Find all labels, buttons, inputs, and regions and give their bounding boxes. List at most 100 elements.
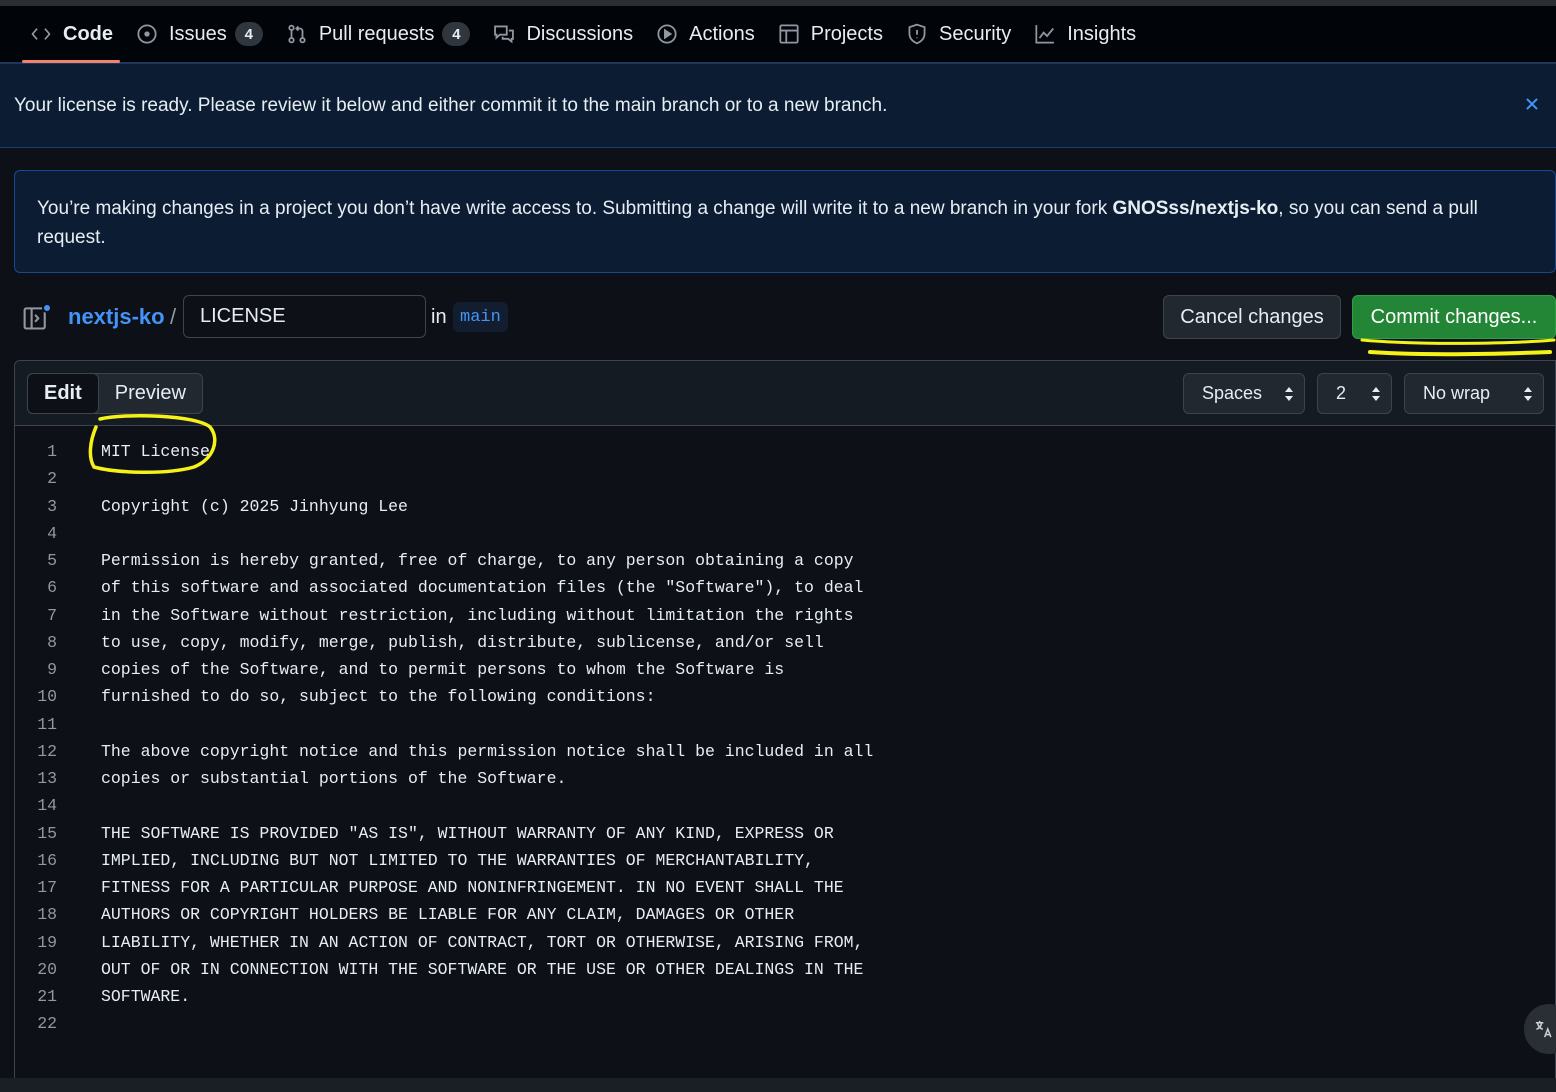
close-icon[interactable] xyxy=(1520,92,1544,116)
tab-insights[interactable]: Insights xyxy=(1022,6,1147,63)
in-label: in xyxy=(431,306,447,328)
play-icon xyxy=(655,22,679,46)
line-number: 4 xyxy=(47,523,57,543)
sidebar-expand-icon xyxy=(22,307,50,336)
tab-security[interactable]: Security xyxy=(894,6,1022,63)
line-content: The above copyright notice and this perm… xyxy=(101,741,874,761)
line-number: 11 xyxy=(37,714,57,734)
file-tree-toggle[interactable] xyxy=(22,303,52,332)
select-caret-icon xyxy=(1285,387,1293,401)
tab-pull-requests[interactable]: Pull requests 4 xyxy=(274,6,482,63)
line-number: 6 xyxy=(47,578,57,598)
line-content: AUTHORS OR COPYRIGHT HOLDERS BE LIABLE F… xyxy=(101,905,795,925)
tab-projects[interactable]: Projects xyxy=(766,6,894,63)
line-number: 9 xyxy=(47,660,57,680)
code-content[interactable]: 1 MIT License 2 3 Copyright (c) 2025 Jinhyun… xyxy=(15,426,1555,1038)
line-content: copies of the Software, and to permit pe… xyxy=(101,660,785,680)
line-number: 1 xyxy=(47,442,57,462)
tab-projects-label: Projects xyxy=(810,22,883,45)
tab-pull-requests-label: Pull requests xyxy=(318,22,435,45)
tab-issues[interactable]: Issues 4 xyxy=(124,6,274,63)
line-content: MIT License xyxy=(101,442,210,462)
notification-dot xyxy=(42,303,52,313)
commit-changes-button[interactable]: Commit changes... xyxy=(1352,295,1556,339)
code-line[interactable]: 14 xyxy=(15,792,1555,819)
code-line[interactable]: 8 to use, copy, modify, merge, publish, d… xyxy=(15,629,1555,656)
code-editor: Edit Preview Spaces 2 No wrap 1 MIT Licen… xyxy=(14,360,1556,1080)
line-number: 3 xyxy=(47,496,57,516)
code-line[interactable]: 22 xyxy=(15,1010,1555,1037)
line-number: 10 xyxy=(37,687,57,707)
code-line[interactable]: 4 xyxy=(15,520,1555,547)
code-line[interactable]: 17 FITNESS FOR A PARTICULAR PURPOSE AND N… xyxy=(15,874,1555,901)
graph-icon xyxy=(1033,22,1057,46)
wrap-mode-select[interactable]: No wrap xyxy=(1404,373,1544,414)
git-pull-request-icon xyxy=(285,22,309,46)
code-line[interactable]: 3 Copyright (c) 2025 Jinhyung Lee xyxy=(15,493,1555,520)
filename-input[interactable] xyxy=(183,295,426,338)
shield-icon xyxy=(905,22,929,46)
code-line[interactable]: 12 The above copyright notice and this pe… xyxy=(15,738,1555,765)
tab-preview[interactable]: Preview xyxy=(99,374,202,413)
code-line[interactable]: 9 copies of the Software, and to permit p… xyxy=(15,656,1555,683)
tab-discussions[interactable]: Discussions xyxy=(481,6,644,63)
line-content: furnished to do so, subject to the follo… xyxy=(101,687,656,707)
line-content: LIABILITY, WHETHER IN AN ACTION OF CONTR… xyxy=(101,932,864,952)
line-content: IMPLIED, INCLUDING BUT NOT LIMITED TO TH… xyxy=(101,850,814,870)
flash-message: Your license is ready. Please review it … xyxy=(14,94,888,116)
code-line[interactable]: 15 THE SOFTWARE IS PROVIDED "AS IS", WITH… xyxy=(15,820,1555,847)
line-number: 16 xyxy=(37,850,57,870)
fork-notice-text-before: You’re making changes in a project you d… xyxy=(37,198,1113,219)
line-number: 14 xyxy=(37,796,57,816)
indent-size-value: 2 xyxy=(1336,383,1347,403)
tab-actions[interactable]: Actions xyxy=(644,6,766,63)
line-content: Permission is hereby granted, free of ch… xyxy=(101,551,854,571)
indent-size-select[interactable]: 2 xyxy=(1317,373,1392,414)
code-line[interactable]: 20 OUT OF OR IN CONNECTION WITH THE SOFTW… xyxy=(15,956,1555,983)
repo-nav: Code Issues 4 Pull requests 4 Discussion… xyxy=(0,6,1556,63)
line-content: FITNESS FOR A PARTICULAR PURPOSE AND NON… xyxy=(101,878,844,898)
indent-mode-select[interactable]: Spaces xyxy=(1183,373,1305,414)
code-line[interactable]: 10 furnished to do so, subject to the fol… xyxy=(15,683,1555,710)
tab-insights-label: Insights xyxy=(1067,22,1137,45)
editor-toolbar: Edit Preview Spaces 2 No wrap xyxy=(15,361,1555,426)
code-line[interactable]: 11 xyxy=(15,711,1555,738)
comment-discussion-icon xyxy=(492,22,516,46)
code-line[interactable]: 16 IMPLIED, INCLUDING BUT NOT LIMITED TO … xyxy=(15,847,1555,874)
line-number: 20 xyxy=(37,959,57,979)
code-line[interactable]: 1 MIT License xyxy=(15,438,1555,465)
select-caret-icon xyxy=(1372,387,1380,401)
tab-security-label: Security xyxy=(938,22,1012,45)
tab-edit[interactable]: Edit xyxy=(27,373,99,414)
line-number: 15 xyxy=(37,823,57,843)
line-content: of this software and associated document… xyxy=(101,578,864,598)
tab-actions-label: Actions xyxy=(689,22,755,45)
edit-preview-toggle: Edit Preview xyxy=(27,373,203,414)
code-line[interactable]: 2 xyxy=(15,465,1555,492)
code-line[interactable]: 13 copies or substantial portions of the … xyxy=(15,765,1555,792)
code-icon xyxy=(29,22,53,46)
tab-issues-label: Issues xyxy=(169,22,227,45)
window-bottom-strip xyxy=(0,1078,1556,1092)
code-line[interactable]: 7 in the Software without restriction, in… xyxy=(15,602,1555,629)
file-path-header: nextjs-ko / in main Cancel changes Commi… xyxy=(0,290,1556,345)
code-line[interactable]: 6 of this software and associated documen… xyxy=(15,574,1555,601)
code-line[interactable]: 19 LIABILITY, WHETHER IN AN ACTION OF CON… xyxy=(15,929,1555,956)
select-caret-icon xyxy=(1524,387,1532,401)
line-number: 17 xyxy=(37,878,57,898)
line-number: 12 xyxy=(37,741,57,761)
line-content: copies or substantial portions of the So… xyxy=(101,769,567,789)
line-content: THE SOFTWARE IS PROVIDED "AS IS", WITHOU… xyxy=(101,823,834,843)
cancel-changes-button[interactable]: Cancel changes xyxy=(1163,295,1341,339)
license-ready-flash: Your license is ready. Please review it … xyxy=(0,63,1556,148)
wrap-mode-value: No wrap xyxy=(1423,383,1491,403)
tab-code[interactable]: Code xyxy=(18,6,124,63)
line-content: OUT OF OR IN CONNECTION WITH THE SOFTWAR… xyxy=(101,959,864,979)
indent-mode-value: Spaces xyxy=(1202,383,1263,403)
code-line[interactable]: 18 AUTHORS OR COPYRIGHT HOLDERS BE LIABLE… xyxy=(15,901,1555,928)
code-line[interactable]: 5 Permission is hereby granted, free of c… xyxy=(15,547,1555,574)
repo-name-link[interactable]: nextjs-ko xyxy=(68,304,165,330)
line-number: 21 xyxy=(37,987,57,1007)
code-line[interactable]: 21 SOFTWARE. xyxy=(15,983,1555,1010)
branch-name[interactable]: main xyxy=(453,302,508,332)
